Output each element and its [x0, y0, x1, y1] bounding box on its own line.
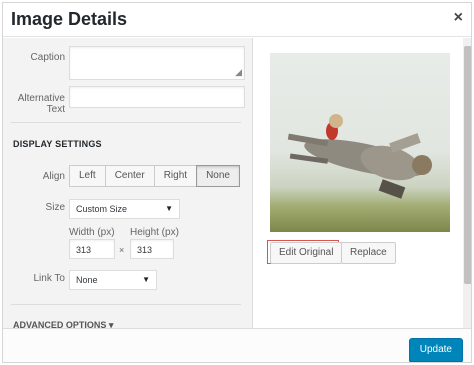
- link-to-label: Link To: [33, 273, 65, 284]
- settings-panel: Caption ◢ Alternative Text DISPLAY SETTI…: [3, 38, 253, 328]
- scrollbar[interactable]: [463, 38, 471, 328]
- alt-text-label-line2: Text: [46, 104, 65, 115]
- advanced-options-toggle[interactable]: ADVANCED OPTIONS ▾: [13, 320, 113, 328]
- align-left-button[interactable]: Left: [69, 165, 106, 187]
- edit-original-button[interactable]: Edit Original: [270, 242, 343, 264]
- caption-label: Caption: [30, 52, 65, 63]
- times-symbol: ×: [119, 245, 125, 255]
- align-button-group: Left Center Right None: [69, 165, 240, 187]
- align-label: Align: [42, 171, 65, 182]
- resize-handle-icon[interactable]: ◢: [235, 67, 242, 78]
- size-label: Size: [45, 202, 65, 213]
- alt-text-input[interactable]: [69, 86, 245, 108]
- link-to-select[interactable]: None ▼: [69, 270, 157, 290]
- modal-header: Image Details ×: [3, 3, 471, 37]
- replace-button[interactable]: Replace: [341, 242, 396, 264]
- width-label: Width (px): [69, 227, 115, 238]
- alt-text-label-line1: Alternative: [17, 93, 65, 104]
- size-select-value: Custom Size: [76, 204, 128, 214]
- scrollbar-thumb[interactable]: [464, 46, 471, 284]
- modal-footer: Update: [3, 328, 471, 362]
- width-input[interactable]: 313: [69, 239, 115, 259]
- link-to-select-value: None: [76, 275, 98, 285]
- image-preview-art: [270, 53, 450, 232]
- align-center-button[interactable]: Center: [104, 165, 155, 187]
- height-input[interactable]: 313: [130, 239, 174, 259]
- chevron-down-icon: ▼: [142, 275, 150, 284]
- image-preview: [270, 53, 450, 232]
- image-details-modal: Image Details × Caption ◢ Alternative Te…: [2, 2, 472, 363]
- close-icon[interactable]: ×: [454, 9, 463, 27]
- modal-title: Image Details: [11, 9, 128, 29]
- display-settings-title: DISPLAY SETTINGS: [13, 139, 102, 149]
- size-select[interactable]: Custom Size ▼: [69, 199, 180, 219]
- align-none-button[interactable]: None: [196, 165, 240, 187]
- align-right-button[interactable]: Right: [153, 165, 198, 187]
- divider: [11, 304, 241, 305]
- divider: [11, 122, 241, 123]
- height-label: Height (px): [130, 227, 179, 238]
- update-button[interactable]: Update: [408, 338, 463, 362]
- preview-panel: [254, 38, 471, 328]
- caption-textarea[interactable]: ◢: [69, 46, 245, 80]
- chevron-down-icon: ▼: [165, 204, 173, 213]
